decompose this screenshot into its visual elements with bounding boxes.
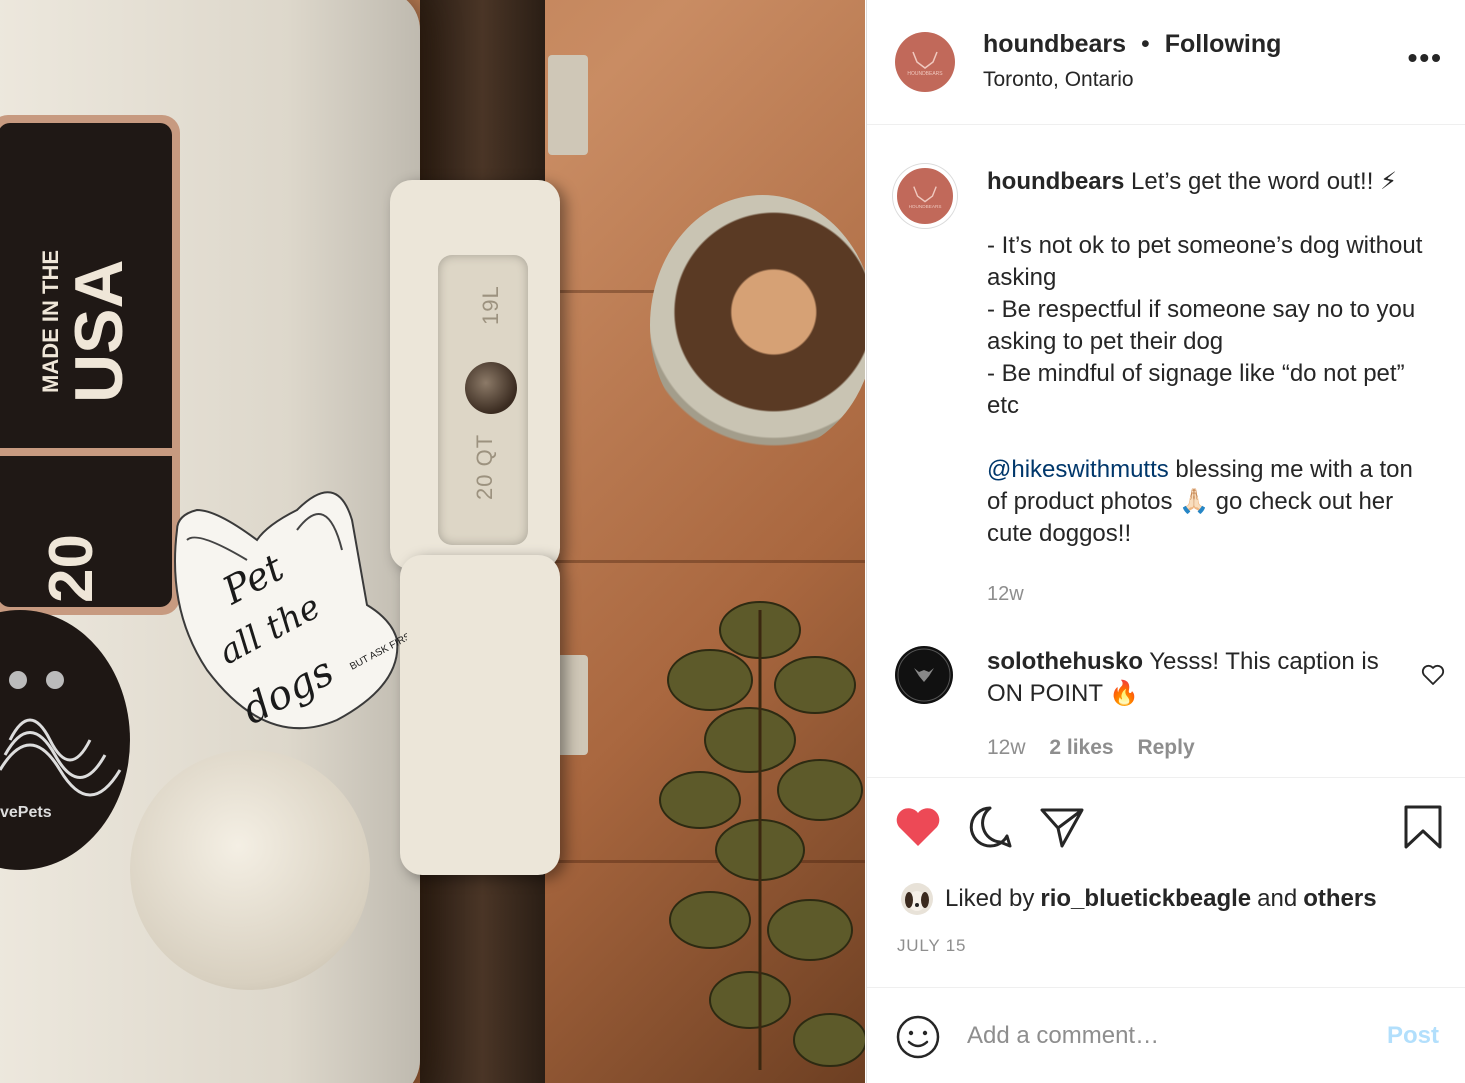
comment-item: solothehusko Yesss! This caption is ON P… — [987, 646, 1397, 710]
separator-dot: • — [1141, 30, 1150, 58]
save-bookmark-icon[interactable] — [1403, 804, 1443, 850]
caption-intro: Let’s get the word out!! ⚡ — [1131, 168, 1397, 195]
cooler-drain-plug — [130, 750, 370, 990]
add-comment-bar: Post — [867, 987, 1465, 1083]
liked-by-prefix: Liked by — [945, 885, 1035, 912]
comment-icon[interactable] — [967, 804, 1013, 850]
post-button[interactable]: Post — [1387, 1022, 1439, 1050]
liked-by: Liked by rio_bluetickbeagle and others — [901, 883, 1377, 915]
following-button[interactable]: Following — [1165, 30, 1282, 58]
liked-by-user[interactable]: rio_bluetickbeagle — [1040, 885, 1251, 913]
like-heart-icon[interactable] — [895, 806, 941, 848]
pet-all-the-dogs-sticker: Pet all the dogs BUT ASK FIRST — [174, 491, 407, 734]
comment-likes[interactable]: 2 likes — [1049, 736, 1113, 759]
handle-hole — [465, 362, 517, 414]
post-header: HOUNDBEARS houndbears • Following Toront… — [867, 0, 1465, 125]
cooler-handle-lower — [400, 555, 560, 875]
mention-link[interactable]: @hikeswithmutts — [987, 456, 1169, 483]
post-details-panel: HOUNDBEARS houndbears • Following Toront… — [866, 0, 1465, 1083]
caption-avatar[interactable]: HOUNDBEARS — [893, 164, 957, 228]
coffee-cup — [650, 195, 865, 455]
badge-usa: USA — [61, 259, 137, 403]
comments-section: HOUNDBEARS houndbears Let’s get the word… — [867, 126, 1465, 776]
share-icon[interactable] — [1039, 806, 1085, 848]
caption-timestamp[interactable]: 12w — [987, 578, 1427, 610]
post-date[interactable]: JULY 15 — [897, 936, 966, 956]
capacity-quarts: 20 QT — [472, 433, 497, 500]
svg-text:HOUNDBEARS: HOUNDBEARS — [907, 71, 943, 77]
comment-like-heart-icon[interactable] — [1421, 664, 1445, 686]
post-actions: Liked by rio_bluetickbeagle and others J… — [867, 777, 1465, 987]
comment-timestamp[interactable]: 12w — [987, 736, 1026, 759]
sticker-brand-text: vePets — [0, 804, 52, 821]
author-username[interactable]: houndbears — [983, 30, 1126, 58]
commenter-username[interactable]: solothehusko — [987, 648, 1143, 675]
post-caption: houndbears Let’s get the word out!! ⚡ - … — [987, 166, 1427, 610]
capacity-liters: 19L — [478, 285, 503, 325]
author-avatar[interactable]: HOUNDBEARS — [895, 32, 955, 92]
caption-username[interactable]: houndbears — [987, 168, 1124, 195]
more-options-icon[interactable]: ••• — [1408, 44, 1443, 72]
caption-body: - It’s not ok to pet someone’s dog witho… — [987, 232, 1423, 419]
reply-button[interactable]: Reply — [1137, 736, 1194, 759]
comment-input[interactable] — [967, 1018, 1357, 1054]
liked-by-others[interactable]: others — [1303, 885, 1376, 913]
cooler-latch — [548, 55, 588, 155]
liker-avatar[interactable] — [901, 883, 933, 915]
plant — [659, 601, 865, 1070]
round-sticker — [0, 610, 130, 870]
post-location[interactable]: Toronto, Ontario — [983, 68, 1134, 92]
made-in-usa-badge: MADE IN THE USA 20 — [0, 115, 180, 615]
liked-by-and: and — [1257, 885, 1298, 912]
emoji-icon[interactable] — [895, 1014, 941, 1060]
commenter-avatar[interactable] — [895, 646, 953, 704]
svg-text:HOUNDBEARS: HOUNDBEARS — [909, 204, 942, 209]
comment-meta: 12w 2 likes Reply — [987, 736, 1195, 760]
badge-number: 20 — [37, 534, 106, 603]
post-photo[interactable]: 19L 20 QT MADE IN THE USA 20 vePets Pet … — [0, 0, 865, 1083]
